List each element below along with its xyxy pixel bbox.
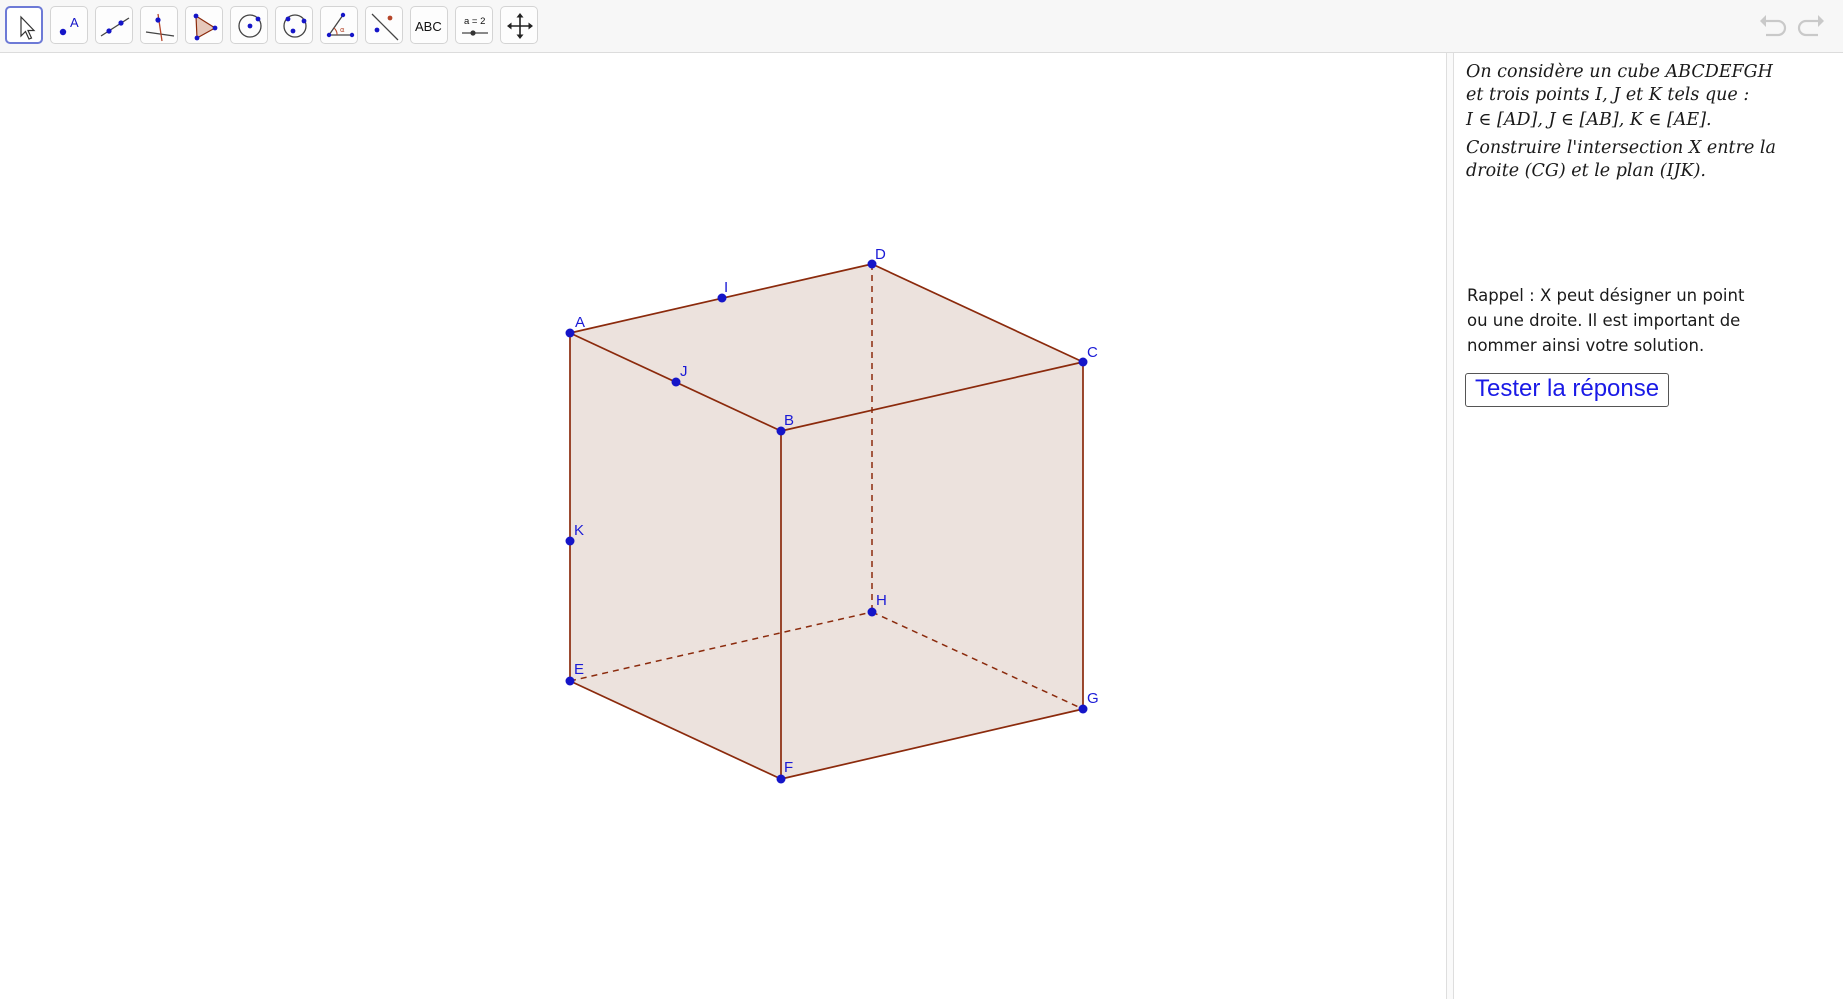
instructions-panel: On considère un cube ABCDEFGH et trois p… [1455, 53, 1843, 999]
label-F: F [784, 759, 793, 776]
task-line-1: On considère un cube ABCDEFGH [1466, 62, 1773, 82]
angle-tool-icon: α [326, 12, 355, 38]
redo-button[interactable] [1796, 10, 1828, 42]
label-E: E [574, 661, 584, 678]
label-K: K [574, 522, 584, 539]
rappel-line-3: nommer ainsi votre solution. [1467, 336, 1705, 355]
svg-text:α: α [340, 26, 345, 34]
label-C: C [1087, 344, 1098, 361]
move-tool-icon [20, 15, 36, 40]
tool-text[interactable]: ABC [410, 6, 448, 44]
label-I: I [724, 279, 728, 296]
tool-circle-three-points[interactable] [275, 6, 313, 44]
panel-divider[interactable] [1446, 53, 1454, 999]
tool-move-view[interactable] [500, 6, 538, 44]
label-J: J [680, 363, 688, 380]
reflect-tool-icon [371, 13, 399, 41]
point-tool-icon: A [59, 15, 79, 36]
undo-icon [1760, 15, 1787, 37]
label-D: D [875, 246, 886, 263]
cube-figure[interactable]: A B C D E F G H I J K [0, 53, 1446, 999]
svg-text:A: A [70, 15, 79, 30]
redo-icon [1797, 15, 1824, 37]
label-G: G [1087, 690, 1099, 707]
slider-tool-icon: a = 2 [462, 16, 488, 36]
toolbar: A α ABC a = 2 [0, 0, 1843, 53]
task-line-2: et trois points I, J et K tels que : [1466, 85, 1750, 105]
tool-line[interactable] [95, 6, 133, 44]
task-line-3: I ∈ [AD], J ∈ [AB], K ∈ [AE]. [1466, 110, 1712, 130]
tool-polygon[interactable] [185, 6, 223, 44]
cube-right-face [781, 362, 1083, 779]
tool-point[interactable]: A [50, 6, 88, 44]
label-H: H [876, 592, 887, 609]
tool-reflect[interactable] [365, 6, 403, 44]
circle-through-points-icon [283, 14, 307, 38]
tool-perpendicular[interactable] [140, 6, 178, 44]
tool-move[interactable] [5, 6, 43, 44]
tool-circle[interactable] [230, 6, 268, 44]
circle-tool-icon [238, 14, 262, 38]
label-B: B [784, 412, 794, 429]
perpendicular-tool-icon [145, 13, 175, 42]
rappel-line-1: Rappel : X peut désigner un point [1467, 286, 1745, 305]
label-A: A [575, 314, 585, 331]
svg-text:a = 2: a = 2 [464, 16, 485, 27]
test-answer-button[interactable]: Tester la réponse [1465, 373, 1670, 407]
point-A[interactable] [565, 328, 575, 338]
task-line-5: droite (CG) et le plan (IJK). [1466, 161, 1706, 181]
task-line-4: Construire l'intersection X entre la [1466, 138, 1776, 158]
tool-angle[interactable]: α [320, 6, 358, 44]
rappel-line-2: ou une droite. Il est important de [1467, 311, 1741, 330]
move-view-tool-icon [507, 13, 533, 39]
undo-button[interactable] [1756, 10, 1788, 42]
tool-slider[interactable]: a = 2 [455, 6, 493, 44]
svg-text:ABC: ABC [415, 19, 442, 34]
polygon-tool-icon [193, 13, 218, 41]
line-tool-icon [100, 17, 130, 37]
text-tool-icon: ABC [415, 19, 442, 34]
graphics-view[interactable]: A B C D E F G H I J K [0, 53, 1446, 999]
